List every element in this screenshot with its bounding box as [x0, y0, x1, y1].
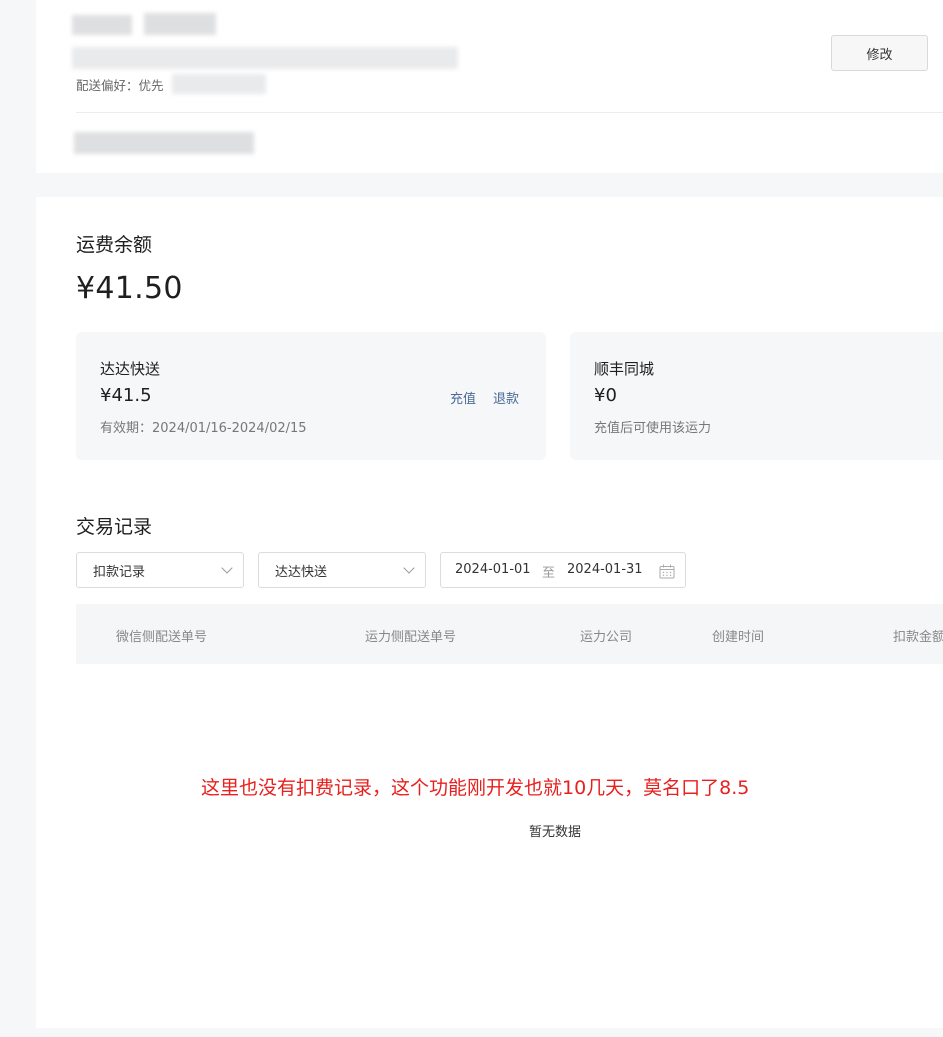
- redacted-preference: [172, 74, 266, 94]
- carrier-note: 充值后可使用该运力: [594, 421, 712, 436]
- balance-title: 运费余额: [76, 234, 153, 256]
- table-header: 微信侧配送单号 运力侧配送单号 运力公司 创建时间 扣款金额: [76, 604, 943, 664]
- carrier-validity: 有效期：2024/01/16-2024/02/15: [100, 421, 307, 436]
- delivery-preference-label: 配送偏好：优先: [76, 78, 164, 93]
- carrier-card-sf: 顺丰同城 ¥0 充值后可使用该运力: [570, 332, 943, 460]
- record-type-select[interactable]: 扣款记录: [76, 552, 244, 588]
- divider: [76, 112, 943, 113]
- redacted-name: [72, 15, 132, 35]
- carrier-select[interactable]: 达达快送: [258, 552, 426, 588]
- merchant-info-card: 配送偏好：优先 修改: [36, 0, 943, 173]
- transactions-title: 交易记录: [76, 516, 153, 538]
- refund-link[interactable]: 退款: [493, 388, 519, 407]
- red-annotation: 这里也没有扣费记录，这个功能刚开发也就10几天，莫名口了8.5: [201, 777, 750, 799]
- date-range-picker[interactable]: 2024-01-01 至 2024-01-31: [440, 552, 686, 588]
- chevron-down-icon: [403, 562, 415, 574]
- record-type-value: 扣款记录: [93, 564, 146, 580]
- calendar-icon: [659, 564, 675, 579]
- carrier-amount: ¥41.5: [100, 385, 152, 406]
- balance-card: 运费余额 ¥41.50 达达快送 ¥41.5 有效期：2024/01/16-20…: [36, 197, 943, 1028]
- chevron-down-icon: [221, 562, 233, 574]
- edit-button[interactable]: 修改: [831, 35, 928, 71]
- redacted-name-2: [144, 13, 216, 35]
- date-separator: 至: [542, 566, 556, 581]
- delivery-preference: 配送偏好：优先: [76, 75, 164, 94]
- balance-amount: ¥41.50: [76, 271, 183, 306]
- redacted-id: [74, 132, 254, 154]
- column-header: 创建时间: [712, 630, 765, 645]
- redacted-address: [72, 47, 458, 69]
- column-header: 运力公司: [580, 630, 633, 645]
- date-start[interactable]: 2024-01-01: [455, 562, 531, 577]
- carrier-name: 达达快送: [100, 360, 161, 378]
- carrier-card-dada: 达达快送 ¥41.5 有效期：2024/01/16-2024/02/15 充值 …: [76, 332, 546, 460]
- carrier-name: 顺丰同城: [594, 360, 655, 378]
- column-header: 扣款金额: [893, 630, 943, 645]
- carrier-select-value: 达达快送: [275, 564, 328, 580]
- column-header: 运力侧配送单号: [365, 630, 457, 645]
- recharge-link[interactable]: 充值: [450, 388, 476, 407]
- carrier-amount: ¥0: [594, 385, 617, 406]
- empty-state-text: 暂无数据: [529, 825, 582, 840]
- date-end[interactable]: 2024-01-31: [567, 562, 643, 577]
- column-header: 微信侧配送单号: [116, 630, 208, 645]
